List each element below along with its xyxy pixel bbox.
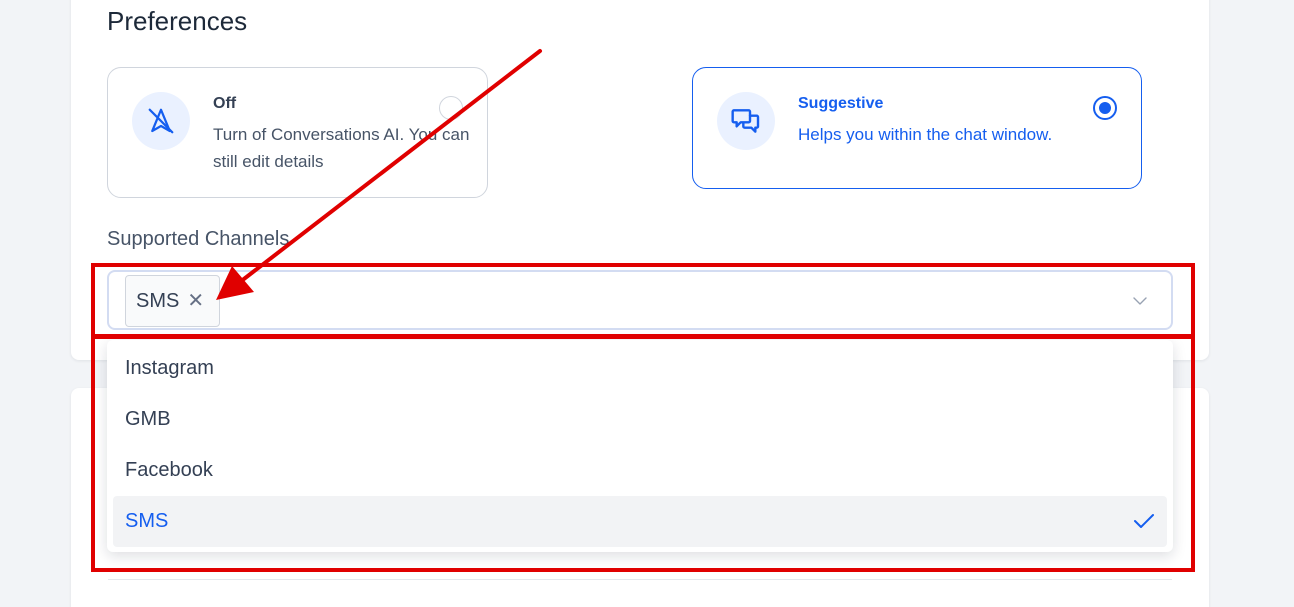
selected-tag-sms: SMS ✕ [125,275,220,327]
close-icon[interactable]: ✕ [187,291,204,311]
dropdown-option-facebook[interactable]: Facebook [113,445,1167,496]
channels-dropdown-menu: Instagram GMB Facebook SMS [107,340,1173,552]
dropdown-option-sms[interactable]: SMS [113,496,1167,547]
option-suggestive-title: Suggestive [798,95,884,112]
option-off-card[interactable]: Off Turn of Conversations AI. You can st… [107,67,488,198]
checkmark-icon [1133,511,1155,537]
dropdown-option-instagram[interactable]: Instagram [113,343,1167,394]
option-off-radio[interactable] [439,96,463,120]
divider [108,579,1172,580]
option-suggestive-description: Helps you within the chat window. [798,125,1053,144]
chat-bubbles-icon [717,92,775,150]
supported-channels-label: Supported Channels [107,228,290,250]
navigation-off-icon [132,92,190,150]
option-off-title: Off [213,95,237,112]
dropdown-option-label: SMS [125,510,169,532]
option-suggestive-card[interactable]: Suggestive Helps you within the chat win… [692,67,1142,189]
channels-select[interactable]: SMS ✕ [107,270,1173,330]
option-off-description: Turn of Conversations AI. You can still … [213,125,470,171]
option-suggestive-radio[interactable] [1093,96,1117,120]
chevron-down-icon[interactable] [1131,292,1149,315]
dropdown-option-gmb[interactable]: GMB [113,394,1167,445]
section-title: Preferences [107,6,248,36]
tag-label: SMS [136,289,180,312]
